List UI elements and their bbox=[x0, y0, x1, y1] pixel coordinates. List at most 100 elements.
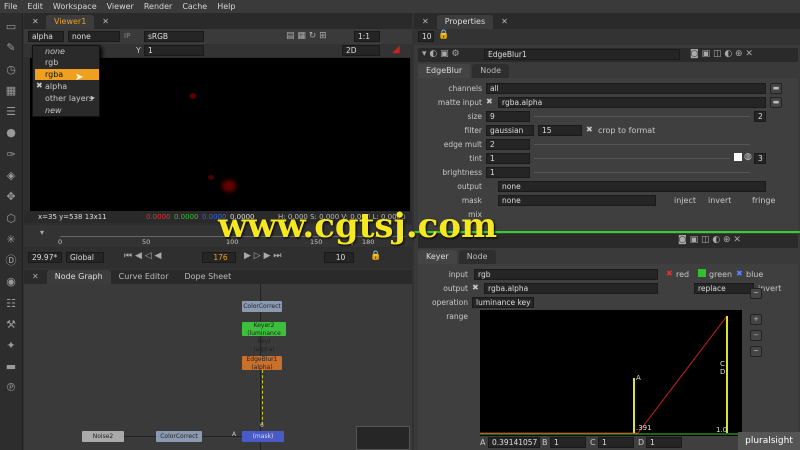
operation-select[interactable]: luminance key bbox=[472, 297, 534, 308]
menu-help[interactable]: Help bbox=[217, 2, 235, 11]
metadata-icon[interactable]: ☷ bbox=[4, 297, 18, 310]
brightness-slider[interactable] bbox=[534, 172, 750, 173]
node-colorcorrect-top[interactable]: ColorCorrect bbox=[242, 301, 282, 312]
matte-input-select[interactable]: rgba.alpha bbox=[498, 97, 766, 108]
lock-icon[interactable]: 🔒 bbox=[370, 251, 381, 261]
edge-mult-slider[interactable] bbox=[534, 144, 750, 145]
tab-curve-editor[interactable]: Curve Editor bbox=[111, 270, 177, 284]
paint-icon[interactable]: ✎ bbox=[4, 41, 18, 54]
deep-icon[interactable]: Ⓓ bbox=[4, 254, 18, 267]
curve-add-button[interactable]: + bbox=[750, 314, 762, 325]
color-icon[interactable]: ☰ bbox=[4, 105, 18, 118]
y-gain-field[interactable]: 1 bbox=[144, 45, 204, 56]
output-check-icon[interactable]: ✖ bbox=[472, 283, 479, 292]
toolsets-icon[interactable]: ⚒ bbox=[4, 318, 18, 331]
time-icon[interactable]: ◷ bbox=[4, 63, 18, 76]
transport-buttons[interactable]: ⏮ ◀ ◁ ◀ bbox=[124, 251, 161, 261]
curve-toggle-button[interactable]: ~ bbox=[750, 288, 762, 299]
node-colorcorrect-bottom[interactable]: ColorCorrect bbox=[156, 431, 202, 442]
filter-select[interactable]: gaussian bbox=[486, 125, 534, 136]
minimap[interactable] bbox=[356, 426, 410, 450]
menu-cache[interactable]: Cache bbox=[182, 2, 207, 11]
node-edgeblur1[interactable]: EdgeBlur1 (alpha) bbox=[242, 356, 282, 371]
lock-icon[interactable]: 🔒 bbox=[438, 30, 449, 40]
inject-label[interactable]: inject bbox=[674, 196, 696, 205]
view-mode-select[interactable]: 2D bbox=[342, 45, 380, 56]
tab-properties[interactable]: Properties bbox=[436, 15, 494, 29]
size-split[interactable]: 2 bbox=[754, 111, 766, 122]
colorspace-select[interactable]: sRGB bbox=[144, 31, 204, 42]
keyer-header-buttons[interactable]: ◙ ▣ ◫ ◐ ⊕ ✕ bbox=[678, 235, 741, 245]
curve-remove-button[interactable]: − bbox=[750, 330, 762, 341]
step-field[interactable]: 10 bbox=[324, 252, 354, 263]
tab-close-icon[interactable]: ✕ bbox=[24, 15, 46, 29]
edge-mult-field[interactable]: 2 bbox=[486, 139, 530, 150]
output-select[interactable]: none bbox=[498, 181, 766, 192]
views-icon[interactable]: ◉ bbox=[4, 275, 18, 288]
filter-icon[interactable]: ● bbox=[4, 126, 18, 139]
keyer-output-select[interactable]: rgba.alpha bbox=[484, 283, 658, 294]
menu-workspace[interactable]: Workspace bbox=[53, 2, 97, 11]
particles-icon[interactable]: ✳ bbox=[4, 233, 18, 246]
fps-field[interactable]: 29.97* bbox=[28, 252, 62, 263]
node-name-field[interactable]: EdgeBlur1 bbox=[484, 49, 680, 60]
tab-node-graph[interactable]: Node Graph bbox=[46, 270, 111, 284]
channels-select[interactable]: all bbox=[486, 83, 766, 94]
replace-select[interactable]: replace bbox=[694, 283, 754, 294]
blue-check-icon[interactable]: ✖ bbox=[736, 269, 743, 278]
matte-check-icon[interactable]: ✖ bbox=[486, 97, 493, 106]
tint-split[interactable]: 3 bbox=[754, 153, 766, 164]
dropdown-rgba[interactable]: rgba bbox=[45, 70, 63, 79]
red-check-icon[interactable]: ✖ bbox=[666, 269, 673, 278]
ip-button[interactable]: IP bbox=[124, 32, 130, 40]
channel-icon[interactable]: ▦ bbox=[4, 84, 18, 97]
keyer-icon[interactable]: ✑ bbox=[4, 148, 18, 161]
red-marker-icon[interactable]: ◢ bbox=[392, 44, 400, 55]
second-channel-select[interactable]: none bbox=[68, 31, 120, 42]
node-control-icons[interactable]: ▾ ◐ ▣ ⚙ bbox=[422, 49, 460, 59]
global-select[interactable]: Global bbox=[66, 252, 104, 263]
viewer-tool-icons[interactable]: ▤ ▦ ↻ ⊞ bbox=[286, 31, 327, 41]
filter-quality-field[interactable]: 15 bbox=[538, 125, 582, 136]
green-check[interactable] bbox=[698, 269, 706, 277]
b-field[interactable]: 1 bbox=[550, 437, 586, 448]
frame-field[interactable]: 176 bbox=[202, 252, 236, 263]
matte-options[interactable]: ▬ bbox=[770, 97, 782, 108]
c-field[interactable]: 1 bbox=[598, 437, 634, 448]
tint-field[interactable]: 1 bbox=[486, 153, 530, 164]
menu-render[interactable]: Render bbox=[144, 2, 172, 11]
node-header-buttons[interactable]: ◙ ▣ ◫ ◐ ⊕ ✕ bbox=[690, 49, 753, 59]
tab-viewer1[interactable]: Viewer1 bbox=[46, 15, 95, 29]
merge-icon[interactable]: ◈ bbox=[4, 169, 18, 182]
plugin-icon[interactable]: ℗ bbox=[4, 381, 18, 394]
dropdown-new[interactable]: new bbox=[45, 106, 62, 115]
curve-options-button[interactable]: ~ bbox=[750, 346, 762, 357]
tab-close-icon[interactable]: ✕ bbox=[414, 15, 437, 29]
size-field[interactable]: 9 bbox=[486, 111, 530, 122]
size-slider[interactable] bbox=[534, 116, 750, 117]
image-icon[interactable]: ▭ bbox=[4, 20, 18, 33]
node-merge[interactable]: (mask) bbox=[242, 431, 284, 442]
fringe-label[interactable]: fringe bbox=[752, 196, 775, 205]
tab-close-icon[interactable]: ✕ bbox=[493, 15, 516, 29]
menu-file[interactable]: File bbox=[4, 2, 17, 11]
transport-forward[interactable]: ▶ ▷ ▶ ⏭ bbox=[244, 251, 281, 261]
menu-edit[interactable]: Edit bbox=[27, 2, 43, 11]
other-icon[interactable]: ✦ bbox=[4, 339, 18, 352]
input-select[interactable]: rgb bbox=[474, 269, 658, 280]
brightness-field[interactable]: 1 bbox=[486, 167, 530, 178]
mask-select[interactable]: none bbox=[498, 195, 656, 206]
timeline-menu-icon[interactable]: ▾ bbox=[40, 228, 44, 237]
crop-check-icon[interactable]: ✖ bbox=[586, 125, 593, 134]
dropdown-none[interactable]: none bbox=[45, 47, 65, 56]
d-field[interactable]: 1 bbox=[646, 437, 682, 448]
channel-select[interactable]: alpha bbox=[28, 31, 64, 42]
tab-node[interactable]: Node bbox=[472, 64, 510, 78]
menu-viewer[interactable]: Viewer bbox=[107, 2, 134, 11]
invert-label[interactable]: invert bbox=[708, 196, 731, 205]
furnace-icon[interactable]: ▬ bbox=[4, 360, 18, 373]
dropdown-other-layers[interactable]: other layers bbox=[45, 94, 93, 103]
tab-keyer-node[interactable]: Node bbox=[458, 250, 496, 264]
range-curve[interactable]: A C D .391 1.0 bbox=[480, 310, 742, 436]
node-noise2[interactable]: Noise2 bbox=[82, 431, 124, 442]
